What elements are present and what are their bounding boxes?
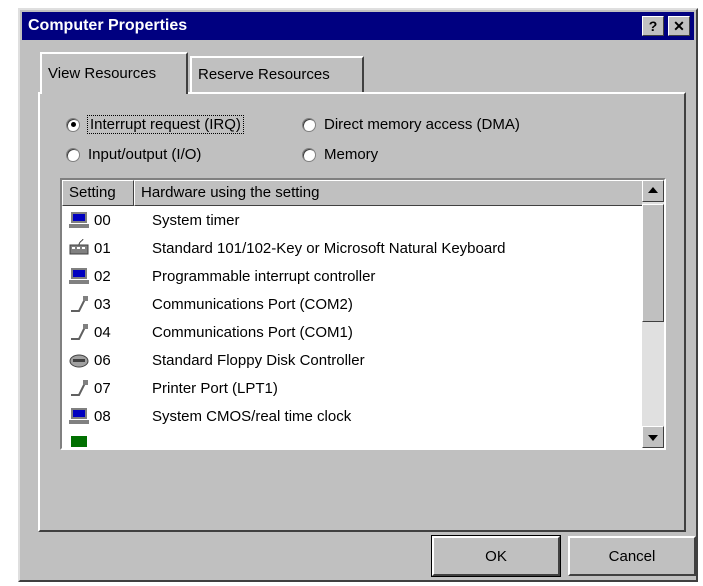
radio-io[interactable]: Input/output (I/O) bbox=[66, 146, 201, 163]
setting-code: 06 bbox=[94, 351, 111, 369]
cancel-button[interactable]: Cancel bbox=[568, 536, 696, 576]
list-item[interactable]: 04 Communications Port (COM1) bbox=[62, 318, 353, 346]
list-item[interactable]: 07 Printer Port (LPT1) bbox=[62, 374, 278, 402]
radio-dma[interactable]: Direct memory access (DMA) bbox=[302, 116, 520, 133]
hardware-name: Standard 101/102-Key or Microsoft Natura… bbox=[152, 239, 506, 257]
setting-code: 08 bbox=[94, 407, 111, 425]
list-item[interactable]: 08 System CMOS/real time clock bbox=[62, 402, 351, 430]
tab-reserve-resources[interactable]: Reserve Resources bbox=[190, 56, 364, 92]
resource-list[interactable]: Setting Hardware using the setting 00 Sy… bbox=[60, 178, 666, 450]
computer-icon bbox=[68, 434, 90, 448]
scroll-down-button[interactable] bbox=[642, 426, 664, 448]
tab-label: View Resources bbox=[48, 65, 157, 82]
computer-icon bbox=[68, 406, 90, 426]
arrow-up-icon bbox=[648, 187, 658, 193]
radio-circle bbox=[66, 147, 80, 162]
radio-irq[interactable]: Interrupt request (IRQ) bbox=[66, 115, 244, 134]
scroll-thumb[interactable] bbox=[642, 204, 664, 322]
hardware-name: Programmable interrupt controller bbox=[152, 267, 376, 285]
scroll-up-button[interactable] bbox=[642, 180, 664, 202]
port-icon bbox=[68, 294, 90, 314]
radio-memory[interactable]: Memory bbox=[302, 146, 378, 163]
list-item[interactable]: 00 System timer bbox=[62, 206, 240, 234]
radio-circle bbox=[302, 117, 316, 132]
column-header-setting[interactable]: Setting bbox=[62, 180, 134, 206]
hardware-name: Standard Floppy Disk Controller bbox=[152, 351, 365, 369]
keyboard-icon bbox=[68, 238, 90, 258]
setting-code: 01 bbox=[94, 239, 111, 257]
ok-button[interactable]: OK bbox=[431, 535, 561, 577]
radio-irq-label: Interrupt request (IRQ) bbox=[87, 115, 244, 134]
floppy-icon bbox=[68, 350, 90, 370]
vertical-scrollbar[interactable] bbox=[642, 180, 664, 448]
computer-icon bbox=[68, 210, 90, 230]
column-header-hardware[interactable]: Hardware using the setting bbox=[134, 180, 644, 206]
port-icon bbox=[68, 378, 90, 398]
hardware-name: System timer bbox=[152, 211, 240, 229]
radio-io-label: Input/output (I/O) bbox=[88, 146, 202, 163]
radio-dot bbox=[70, 122, 76, 127]
setting-code: 04 bbox=[94, 323, 111, 341]
hardware-name: System CMOS/real time clock bbox=[152, 407, 352, 425]
close-button[interactable]: ✕ bbox=[668, 16, 690, 36]
list-item[interactable]: 01 Standard 101/102-Key or Microsoft Nat… bbox=[62, 234, 506, 262]
radio-circle bbox=[66, 117, 80, 132]
arrow-down-icon bbox=[648, 435, 658, 441]
window-title: Computer Properties bbox=[28, 17, 188, 34]
list-item[interactable]: 03 Communications Port (COM2) bbox=[62, 290, 353, 318]
tab-view-resources[interactable]: View Resources bbox=[40, 52, 188, 94]
computer-properties-dialog: Computer Properties ? ✕ View Resources R… bbox=[18, 8, 698, 582]
hardware-name: Printer Port (LPT1) bbox=[152, 379, 278, 397]
tab-label: Reserve Resources bbox=[198, 66, 330, 83]
radio-memory-label: Memory bbox=[324, 146, 379, 163]
hardware-name: Communications Port (COM2) bbox=[152, 295, 353, 313]
hardware-name: Communications Port (COM1) bbox=[152, 323, 353, 341]
port-icon bbox=[68, 322, 90, 342]
list-item-partial[interactable] bbox=[62, 430, 90, 448]
computer-icon bbox=[68, 266, 90, 286]
title-bar[interactable]: Computer Properties ? ✕ bbox=[22, 12, 694, 40]
list-item[interactable]: 02 Programmable interrupt controller bbox=[62, 262, 375, 290]
setting-code: 00 bbox=[94, 211, 111, 229]
radio-dma-label: Direct memory access (DMA) bbox=[324, 116, 520, 133]
radio-circle bbox=[302, 147, 316, 162]
help-button[interactable]: ? bbox=[642, 16, 664, 36]
setting-code: 02 bbox=[94, 267, 111, 285]
setting-code: 03 bbox=[94, 295, 111, 313]
list-item[interactable]: 06 Standard Floppy Disk Controller bbox=[62, 346, 365, 374]
setting-code: 07 bbox=[94, 379, 111, 397]
